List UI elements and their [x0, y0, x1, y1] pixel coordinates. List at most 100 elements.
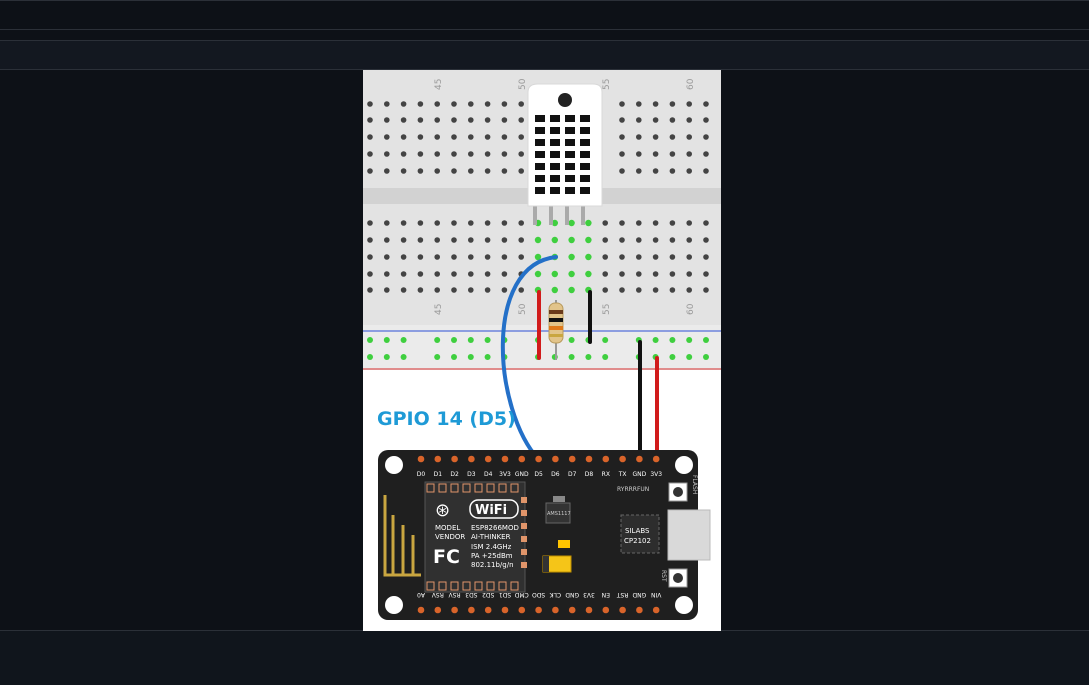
module-text: 802.11b/g/n	[471, 561, 514, 569]
breadboard-hole	[400, 101, 407, 107]
header-pin	[518, 455, 526, 463]
breadboard-hole	[636, 254, 642, 260]
rail-hole	[367, 337, 373, 343]
rail-hole	[367, 354, 373, 360]
breadboard-hole	[652, 134, 659, 140]
breadboard-hole	[417, 220, 424, 226]
breadboard-hole	[384, 220, 390, 226]
breadboard-hole	[652, 271, 659, 277]
breadboard-hole	[619, 287, 625, 293]
breadboard-hole	[518, 287, 524, 293]
top-toolbar	[0, 0, 1089, 30]
header-pin	[451, 606, 458, 614]
breadboard-hole	[451, 101, 457, 107]
breadboard-hole	[703, 101, 709, 107]
breadboard-hole	[636, 287, 642, 293]
breadboard-hole	[367, 287, 373, 293]
breadboard-hole	[484, 237, 491, 243]
header-pin	[535, 455, 542, 463]
pin-label: RX	[602, 471, 610, 478]
header-pin	[619, 455, 626, 463]
header-pin	[552, 455, 559, 463]
gpio-label: GPIO 14 (D5)	[377, 408, 516, 430]
power-rail-area	[363, 325, 721, 370]
fc-mark: FC	[433, 546, 460, 568]
mounting-hole	[675, 596, 693, 614]
breadboard-hole	[501, 168, 508, 174]
breadboard-hole	[602, 271, 608, 277]
breadboard-hole	[501, 271, 508, 277]
sensor-vent	[550, 175, 560, 182]
pin-label: GND	[565, 591, 579, 598]
rail-hole	[686, 354, 693, 360]
breadboard-hole	[484, 287, 491, 293]
rail-hole	[383, 337, 390, 343]
module-text: PA +25dBm	[471, 552, 513, 560]
rail-hole	[467, 354, 474, 360]
breadboard-hole	[636, 101, 642, 107]
sensor-vent	[550, 115, 560, 122]
breadboard-hole	[686, 237, 692, 243]
rail-hole	[484, 354, 491, 360]
pin-label: CLK	[549, 591, 562, 598]
breadboard-hole	[484, 220, 491, 226]
breadboard-hole	[501, 101, 508, 107]
sensor-vent	[535, 175, 545, 182]
breadboard-hole	[468, 168, 474, 174]
breadboard-hole	[400, 168, 407, 174]
pin-label: SDO	[532, 591, 545, 598]
rail-hole	[652, 337, 659, 343]
sensor-vent	[580, 187, 590, 194]
breadboard-hole	[518, 220, 524, 226]
sensor-vent	[565, 115, 575, 122]
breadboard-hole	[434, 101, 440, 107]
column-number: 55	[602, 304, 612, 315]
breadboard-hole	[551, 270, 558, 278]
breadboard-hole	[686, 168, 692, 174]
breadboard-hole	[619, 254, 625, 260]
breadboard-hole	[652, 254, 659, 260]
sensor-vent	[535, 187, 545, 194]
breadboard-hole	[400, 237, 407, 243]
breadboard-hole	[367, 101, 373, 107]
breadboard-hole	[534, 270, 542, 278]
pin-label: 3V3	[583, 591, 595, 598]
mounting-hole	[675, 456, 693, 474]
breadboard-hole	[417, 101, 424, 107]
sensor-vent	[580, 115, 590, 122]
pin-label: GND	[632, 591, 646, 598]
breadboard-hole	[484, 101, 491, 107]
pin-label: EN	[602, 591, 610, 598]
pin-label: D0	[417, 471, 426, 478]
sensor-vent	[565, 175, 575, 182]
breadboard-hole	[384, 151, 390, 157]
pin-label: 3V3	[499, 471, 511, 478]
breadboard-hole	[703, 134, 709, 140]
sensor-vent	[550, 127, 560, 134]
pin-label: GND	[633, 471, 647, 478]
breadboard-hole	[669, 271, 676, 277]
rail-hole	[703, 354, 709, 360]
breadboard-hole	[652, 237, 659, 243]
breadboard-hole	[400, 287, 407, 293]
breadboard-hole	[384, 134, 390, 140]
header-pin	[468, 606, 475, 614]
breadboard-hole	[686, 151, 692, 157]
breadboard-hole	[468, 101, 474, 107]
breadboard-hole	[434, 254, 440, 260]
pin-label: D5	[534, 471, 543, 478]
sensor-vent	[535, 151, 545, 158]
breadboard-hole	[501, 134, 508, 140]
breadboard-hole	[669, 287, 676, 293]
breadboard-hole	[434, 151, 440, 157]
breadboard-hole	[501, 117, 508, 123]
sensor-vent	[535, 115, 545, 122]
breadboard-hole	[619, 134, 625, 140]
status-led	[558, 540, 570, 548]
sensor-vent	[565, 127, 575, 134]
rail-hole	[602, 354, 609, 360]
column-number: 60	[686, 78, 696, 90]
breadboard-hole	[501, 237, 508, 243]
breadboard-hole	[518, 134, 524, 140]
sensor-vent	[565, 139, 575, 146]
